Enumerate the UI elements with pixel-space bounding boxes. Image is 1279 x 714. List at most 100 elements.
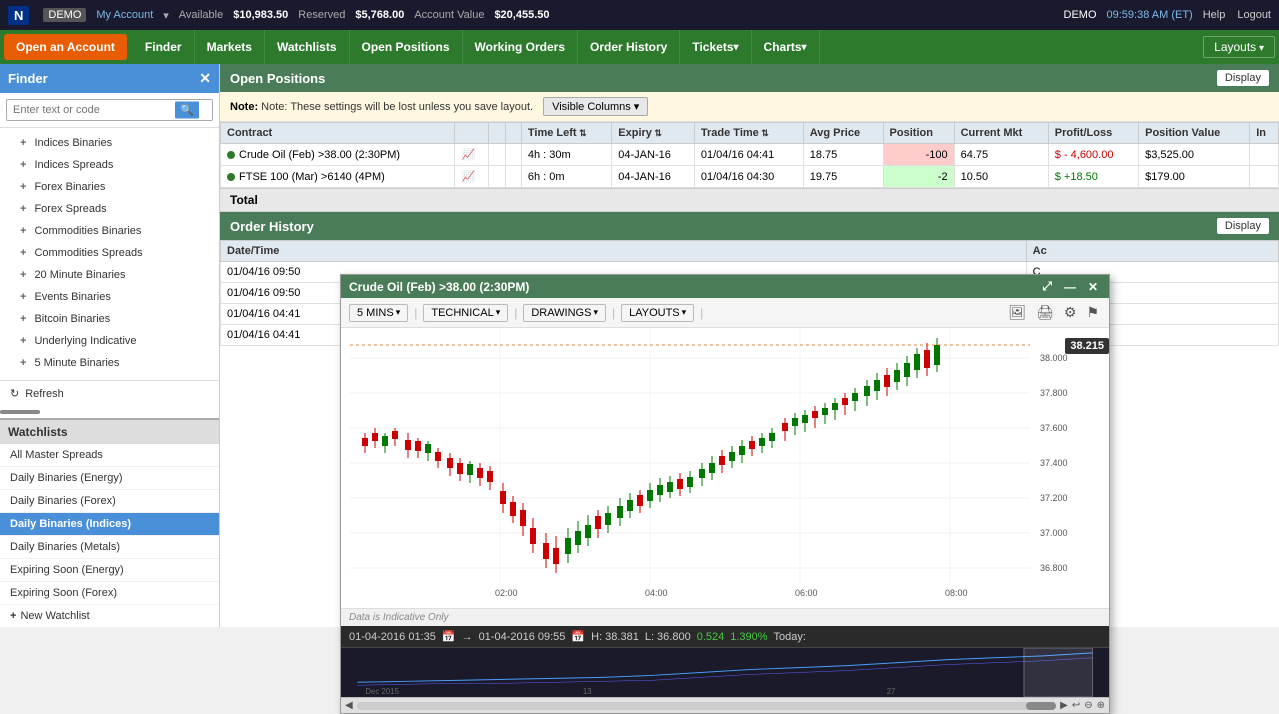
svg-text:02:00: 02:00 — [495, 588, 518, 598]
zoom-in-button[interactable]: ⊕ — [1097, 700, 1105, 711]
sidebar-item-underlying-indicative[interactable]: Underlying Indicative — [0, 330, 219, 352]
position-value: $179.00 — [1139, 166, 1250, 188]
sidebar-item-forex-spreads[interactable]: Forex Spreads — [0, 198, 219, 220]
scroll-track[interactable] — [357, 702, 1056, 710]
scroll-left-button[interactable]: ◀ — [345, 700, 353, 711]
total-bar: Total — [220, 189, 1279, 212]
chart-change: 0.524 — [697, 631, 725, 643]
chart-low: L: 36.800 — [645, 631, 691, 643]
chart-title: Crude Oil (Feb) >38.00 (2:30PM) — [349, 280, 529, 294]
logout-link[interactable]: Logout — [1237, 9, 1271, 21]
sidebar-item-indices-binaries[interactable]: Indices Binaries — [0, 132, 219, 154]
sidebar-item-indices-spreads[interactable]: Indices Spreads — [0, 154, 219, 176]
op-display-button[interactable]: Display — [1217, 70, 1269, 86]
nav-item-watchlists[interactable]: Watchlists — [265, 30, 350, 64]
zoom-reset-button[interactable]: ↩ — [1072, 700, 1080, 711]
col-trade-time[interactable]: Trade Time — [694, 123, 803, 144]
help-link[interactable]: Help — [1203, 9, 1226, 21]
chart-icon-cell[interactable]: 📈 — [455, 166, 489, 188]
watchlist-item-daily-energy[interactable]: Daily Binaries (Energy) — [0, 467, 219, 490]
table-row: FTSE 100 (Mar) >6140 (4PM) 📈 6h : 0m 04-… — [221, 166, 1279, 188]
chart-minimize-button[interactable]: — — [1061, 280, 1079, 294]
chart-title-bar: Crude Oil (Feb) >38.00 (2:30PM) ⤢ — ✕ — [341, 275, 1109, 298]
col-time-left[interactable]: Time Left — [521, 123, 611, 144]
open-positions-panel: Open Positions Display Note: Note: These… — [220, 64, 1279, 189]
position-value: $3,525.00 — [1139, 144, 1250, 166]
nav-item-tickets[interactable]: Tickets — [680, 30, 751, 64]
visible-columns-button[interactable]: Visible Columns — [543, 97, 648, 116]
zoom-out-button[interactable]: ⊖ — [1084, 700, 1092, 711]
watchlist-item-all-master-spreads[interactable]: All Master Spreads — [0, 444, 219, 467]
chart-icon-cell[interactable]: 📈 — [455, 144, 489, 166]
col-position[interactable]: Position — [883, 123, 954, 144]
new-watchlist-button[interactable]: New Watchlist — [0, 605, 219, 627]
chart-timeframe-button[interactable]: 5 MINS — [349, 304, 408, 322]
svg-text:13: 13 — [583, 687, 592, 696]
chart-cal-from-button[interactable]: 📅 — [442, 630, 456, 643]
col-current-mkt[interactable]: Current Mkt — [954, 123, 1048, 144]
nav-item-open-positions[interactable]: Open Positions — [350, 30, 463, 64]
svg-text:37.800: 37.800 — [1040, 388, 1068, 398]
nav-bar: Open an Account Finder Markets Watchlist… — [0, 30, 1279, 64]
watchlist-item-daily-forex[interactable]: Daily Binaries (Forex) — [0, 490, 219, 513]
chart-svg: 38.000 37.800 37.600 37.400 37.200 37.00… — [341, 328, 1109, 608]
nav-items: Finder Markets Watchlists Open Positions… — [133, 30, 820, 64]
col-profit-loss[interactable]: Profit/Loss — [1048, 123, 1138, 144]
oh-col-datetime[interactable]: Date/Time — [221, 241, 1027, 262]
oh-display-button[interactable]: Display — [1217, 218, 1269, 234]
watchlist-item-expiring-energy[interactable]: Expiring Soon (Energy) — [0, 559, 219, 582]
current-mkt: 64.75 — [954, 144, 1048, 166]
watchlist-item-daily-metals[interactable]: Daily Binaries (Metals) — [0, 536, 219, 559]
chart-close-button[interactable]: ✕ — [1085, 280, 1101, 294]
sidebar-item-20-minute-binaries[interactable]: 20 Minute Binaries — [0, 264, 219, 286]
chart-canvas: 38.000 37.800 37.600 37.400 37.200 37.00… — [341, 328, 1109, 608]
scroll-thumb[interactable] — [1026, 702, 1056, 710]
col-expiry[interactable]: Expiry — [612, 123, 695, 144]
oh-col-ac[interactable]: Ac — [1026, 241, 1278, 262]
layouts-button[interactable]: Layouts — [1203, 36, 1275, 58]
chart-image-button[interactable]: 🖼 — [1006, 302, 1028, 323]
watchlist-item-expiring-forex[interactable]: Expiring Soon (Forex) — [0, 582, 219, 605]
sidebar-item-forex-binaries[interactable]: Forex Binaries — [0, 176, 219, 198]
chart-overlay: Crude Oil (Feb) >38.00 (2:30PM) ⤢ — ✕ 5 … — [340, 274, 1110, 714]
chart-bottom-bar: Data is Indicative Only — [341, 608, 1109, 626]
nav-item-charts[interactable]: Charts — [752, 30, 820, 64]
demo-badge: DEMO — [43, 8, 86, 22]
sidebar-item-5-minute-binaries[interactable]: 5 Minute Binaries — [0, 352, 219, 374]
contract-name[interactable]: FTSE 100 (Mar) >6140 (4PM) — [239, 171, 385, 183]
sidebar-item-commodities-spreads[interactable]: Commodities Spreads — [0, 242, 219, 264]
table-row: Crude Oil (Feb) >38.00 (2:30PM) 📈 4h : 3… — [221, 144, 1279, 166]
col-contract[interactable]: Contract — [221, 123, 455, 144]
nav-item-markets[interactable]: Markets — [195, 30, 265, 64]
chart-print-button[interactable]: 🖨 — [1034, 302, 1056, 323]
watchlist-item-daily-indices[interactable]: Daily Binaries (Indices) — [0, 513, 219, 536]
top-bar: N DEMO My Account ▾ Available $10,983.50… — [0, 0, 1279, 30]
nav-item-working-orders[interactable]: Working Orders — [463, 30, 578, 64]
sidebar-item-commodities-binaries[interactable]: Commodities Binaries — [0, 220, 219, 242]
chart-flag-button[interactable]: ⚑ — [1084, 302, 1101, 323]
sidebar-item-events-binaries[interactable]: Events Binaries — [0, 286, 219, 308]
chart-layouts-button[interactable]: LAYOUTS — [621, 304, 694, 322]
svg-text:Dec 2015: Dec 2015 — [365, 687, 399, 696]
chart-price-label: 38.215 — [1065, 338, 1109, 354]
my-account-link[interactable]: My Account — [96, 9, 153, 21]
contract-name[interactable]: Crude Oil (Feb) >38.00 (2:30PM) — [239, 149, 400, 161]
nav-item-finder[interactable]: Finder — [133, 30, 195, 64]
sidebar-close-button[interactable]: ✕ — [199, 70, 211, 87]
nav-item-order-history[interactable]: Order History — [578, 30, 680, 64]
refresh-button[interactable]: ↻ Refresh — [0, 380, 219, 406]
sidebar-item-bitcoin-binaries[interactable]: Bitcoin Binaries — [0, 308, 219, 330]
avg-price: 18.75 — [803, 144, 883, 166]
col-position-value[interactable]: Position Value — [1139, 123, 1250, 144]
search-icon[interactable]: 🔍 — [175, 102, 199, 119]
scroll-right-button[interactable]: ▶ — [1060, 700, 1068, 711]
chart-settings-button[interactable]: ⚙ — [1062, 302, 1079, 323]
chart-technical-button[interactable]: TECHNICAL — [423, 304, 508, 322]
sidebar-separator — [0, 410, 40, 414]
col-avg-price[interactable]: Avg Price — [803, 123, 883, 144]
chart-cal-to-button[interactable]: 📅 — [571, 630, 585, 643]
svg-text:37.600: 37.600 — [1040, 423, 1068, 433]
chart-drawings-button[interactable]: DRAWINGS — [523, 304, 606, 322]
open-account-button[interactable]: Open an Account — [4, 34, 127, 60]
chart-expand-button[interactable]: ⤢ — [1039, 279, 1055, 294]
